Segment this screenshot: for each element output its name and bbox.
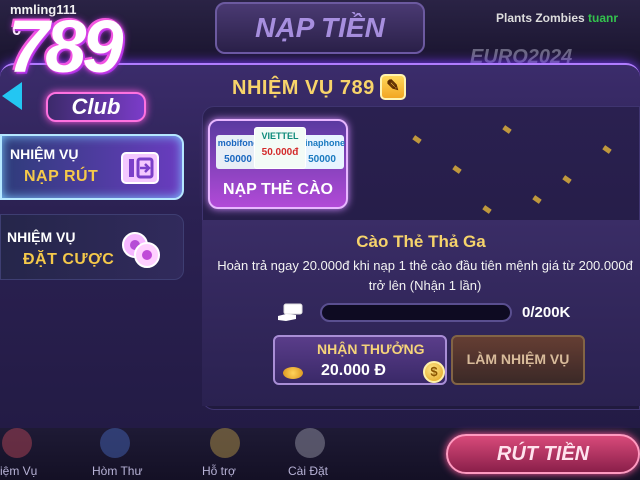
mail-nav-icon — [100, 428, 130, 458]
support-nav-icon — [210, 428, 240, 458]
logo-number: 789 — [8, 5, 123, 88]
nav-item-support[interactable]: Hỗ trợ — [202, 464, 236, 478]
settings-nav-icon — [295, 428, 325, 458]
scratch-card-tab[interactable]: mobifone 50000 vinaphone 50000 VIETTEL 5… — [208, 119, 348, 209]
progress-text: 0/200K — [522, 304, 571, 321]
brand-logo: 789 Club — [2, 4, 157, 132]
edit-icon: ✎ — [380, 74, 406, 100]
progress-bar — [320, 303, 512, 322]
deposit-header-bg: NẠP TIỀN — [215, 2, 425, 54]
task-title-text: Cào Thẻ Thả Ga — [356, 232, 486, 251]
confetti-decoration — [532, 195, 542, 204]
claim-reward-button[interactable]: NHẬN THƯỞNG 20.000 Đ $ — [273, 335, 447, 385]
nav-item-missions[interactable]: iệm Vụ — [0, 464, 37, 478]
nav-item-settings[interactable]: Cài Đặt — [288, 464, 328, 478]
reward-label: NHẬN THƯỞNG — [317, 341, 425, 357]
confetti-decoration — [502, 125, 512, 134]
mission-nav-icon — [2, 428, 32, 458]
coins-icon — [283, 367, 303, 379]
task-title: Cào Thẻ Thả Ga — [0, 232, 640, 252]
reward-amount: 20.000 Đ — [321, 362, 386, 379]
card-amount: 50000 — [308, 154, 336, 165]
marquee-text: Plants Zombies — [496, 11, 589, 25]
withdraw-label: RÚT TIỀN — [496, 443, 590, 465]
confetti-decoration — [412, 135, 422, 144]
deposit-header-label: NẠP TIỀN — [255, 12, 385, 43]
confetti-decoration — [452, 165, 462, 174]
menu-item-sublabel: ĐẶT CƯỢC — [23, 251, 115, 268]
dialog-title: NHIỆM VỤ 789 — [232, 77, 375, 99]
do-task-button[interactable]: LÀM NHIỆM VỤ — [451, 335, 585, 385]
viettel-card: VIETTEL 50.000đ — [254, 127, 306, 169]
task-description: Hoàn trả ngay 20.000đ khi nạp 1 thẻ cào … — [217, 258, 633, 293]
scratch-card-label: NẠP THẺ CÀO — [223, 181, 333, 198]
menu-item-sublabel: NẠP RÚT — [24, 168, 99, 185]
coin-icon: $ — [423, 361, 445, 383]
confetti-decoration — [562, 175, 572, 184]
deposit-withdraw-icon — [121, 152, 159, 184]
confetti-decoration — [602, 145, 612, 154]
game-lobby-screen: mmling111 0 NẠP TIỀN Plants Zombies tuan… — [0, 0, 640, 480]
confetti-decoration — [482, 205, 492, 214]
card-brand: vinaphone — [300, 138, 346, 148]
menu-item-deposit-withdraw[interactable]: NHIỆM VỤ NẠP RÚT — [0, 134, 184, 200]
marquee-ticker: Plants Zombies tuanr — [496, 11, 618, 25]
withdraw-button[interactable]: RÚT TIỀN — [446, 434, 640, 474]
card-amount: 50.000đ — [261, 147, 299, 158]
menu-item-label: NHIỆM VỤ — [10, 146, 79, 162]
nav-item-mailbox[interactable]: Hòm Thư — [92, 464, 143, 478]
marquee-highlight: tuanr — [588, 11, 619, 25]
logo-club: Club — [46, 92, 146, 122]
card-hand-icon — [278, 303, 303, 321]
card-brand: VIETTEL — [261, 131, 299, 141]
vinaphone-card: vinaphone 50000 — [300, 135, 346, 169]
